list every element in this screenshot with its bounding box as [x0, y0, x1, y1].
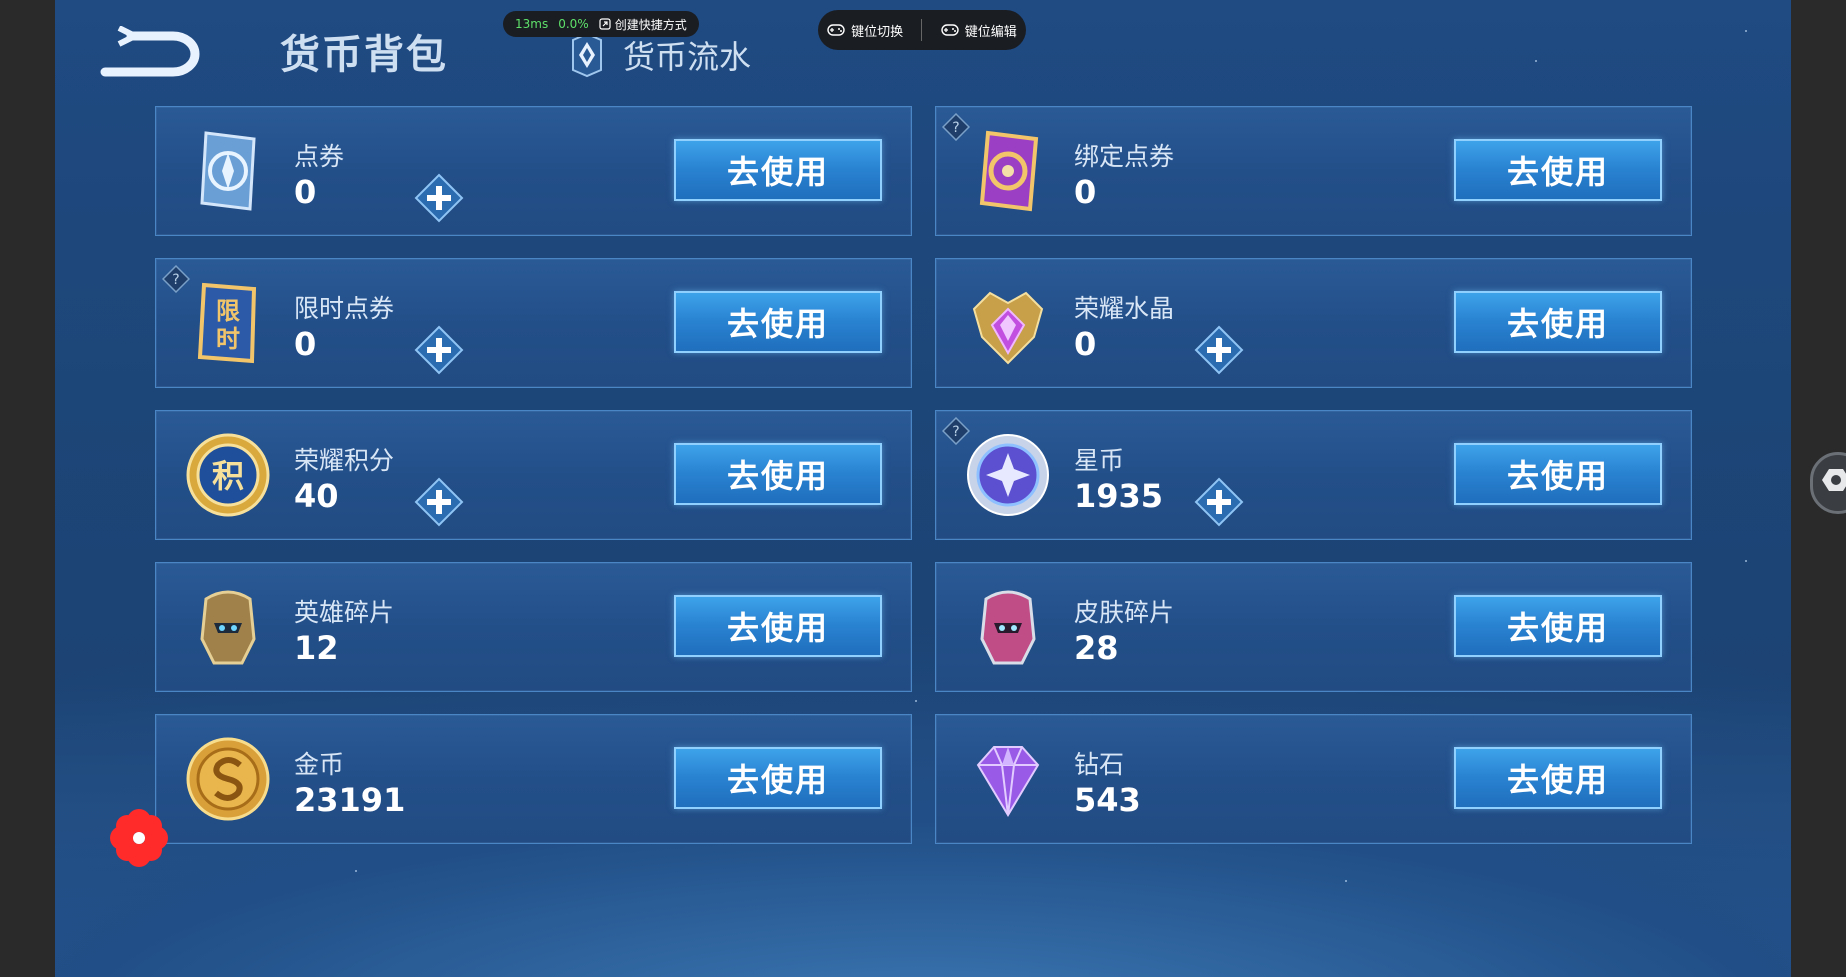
gamepad-icon: [941, 24, 959, 36]
hexagon-icon: [1822, 469, 1846, 491]
limited-coupon-icon: 限 时: [197, 282, 257, 364]
plus-icon[interactable]: [414, 325, 464, 375]
key-edit-label: 键位编辑: [964, 24, 1017, 40]
use-button[interactable]: 去使用: [1454, 443, 1662, 505]
side-menu-handle[interactable]: [1810, 452, 1846, 514]
limited-badge-bottom: 时: [216, 325, 240, 353]
currency-card: 皮肤碎片 28 去使用: [935, 562, 1692, 692]
perf-overlay: 13ms 0.0% 创建快捷方式: [503, 11, 699, 37]
points-badge: 积: [212, 457, 244, 495]
currency-card: 点券 0 去使用: [155, 106, 912, 236]
bound-coupon-icon: [979, 130, 1039, 212]
tab-currency-flow-label: 货币流水: [623, 38, 752, 76]
page-title: 货币背包: [280, 32, 448, 78]
currency-value: 28: [1074, 629, 1119, 667]
use-button[interactable]: 去使用: [674, 291, 882, 353]
currency-value: 0: [294, 173, 317, 211]
currency-value: 1935: [1074, 477, 1164, 515]
diamond-icon: [976, 746, 1040, 817]
plus-icon[interactable]: [414, 477, 464, 527]
currency-name: 荣耀积分: [294, 446, 395, 475]
currency-name: 荣耀水晶: [1074, 294, 1175, 323]
key-edit-button[interactable]: 键位编辑: [941, 21, 1017, 40]
flower-icon[interactable]: [108, 807, 170, 869]
use-button[interactable]: 去使用: [1454, 747, 1662, 809]
currency-card: ? 限 时 限时点券 0 去使用: [155, 258, 912, 388]
star-coin-icon: [967, 434, 1049, 516]
use-button[interactable]: 去使用: [674, 139, 882, 201]
shortcut-icon: [599, 18, 611, 30]
currency-card: 英雄碎片 12 去使用: [155, 562, 912, 692]
currency-value: 543: [1074, 781, 1141, 819]
divider: [921, 19, 923, 41]
use-button[interactable]: 去使用: [1454, 291, 1662, 353]
currency-value: 40: [294, 477, 339, 515]
limited-badge-top: 限: [216, 297, 240, 325]
key-switch-label: 键位切换: [851, 24, 904, 40]
key-switch-button[interactable]: 键位切换: [827, 21, 903, 40]
svg-text:?: ?: [172, 272, 179, 288]
coupon-icon: [200, 131, 256, 211]
create-shortcut-label: 创建快捷方式: [614, 17, 687, 32]
currency-name: 金币: [294, 750, 345, 779]
plus-icon[interactable]: [414, 173, 464, 223]
currency-value: 12: [294, 629, 339, 667]
currency-card: 荣耀水晶 0 去使用: [935, 258, 1692, 388]
glory-crystal-icon: [972, 291, 1044, 365]
create-shortcut-button[interactable]: 创建快捷方式: [599, 16, 687, 33]
flow-icon: [572, 32, 602, 78]
currency-name: 皮肤碎片: [1074, 598, 1175, 627]
back-arrow-icon[interactable]: [95, 26, 200, 82]
currency-card: ? 星币 1935 去使用: [935, 410, 1692, 540]
gold-coin-icon: [186, 737, 270, 821]
currency-value: 0: [294, 325, 317, 363]
svg-text:?: ?: [952, 424, 959, 440]
currency-card: ? 绑定点券 0 去使用: [935, 106, 1692, 236]
tab-currency-flow[interactable]: 货币流水: [565, 30, 751, 80]
currency-name: 钻石: [1074, 750, 1125, 779]
currency-value: 23191: [294, 781, 406, 819]
use-button[interactable]: 去使用: [1454, 139, 1662, 201]
key-mapping-bar: 键位切换 键位编辑: [818, 10, 1026, 50]
currency-name: 英雄碎片: [294, 598, 395, 627]
svg-text:?: ?: [952, 120, 959, 136]
use-button[interactable]: 去使用: [674, 747, 882, 809]
use-button[interactable]: 去使用: [1454, 595, 1662, 657]
currency-name: 绑定点券: [1074, 142, 1175, 171]
game-screen: 货币背包 货币流水 点券 0 去使用 ? 绑定点券 0 去使用 ? 限 时 限时…: [55, 0, 1791, 977]
plus-icon[interactable]: [1194, 477, 1244, 527]
currency-card: 积 荣耀积分 40 去使用: [155, 410, 912, 540]
currency-name: 点券: [294, 142, 345, 171]
glory-points-icon: 积: [186, 433, 270, 517]
latency-readout: 13ms: [515, 17, 549, 31]
currency-name: 星币: [1074, 446, 1125, 475]
skin-fragment-icon: [980, 590, 1036, 665]
currency-card: 金币 23191 去使用: [155, 714, 912, 844]
hero-fragment-icon: [200, 590, 256, 665]
plus-icon[interactable]: [1194, 325, 1244, 375]
currency-card: 钻石 543 去使用: [935, 714, 1692, 844]
currency-name: 限时点券: [294, 294, 395, 323]
use-button[interactable]: 去使用: [674, 443, 882, 505]
currency-value: 0: [1074, 173, 1097, 211]
loss-readout: 0.0%: [558, 17, 589, 31]
use-button[interactable]: 去使用: [674, 595, 882, 657]
gamepad-icon: [827, 24, 845, 36]
currency-value: 0: [1074, 325, 1097, 363]
